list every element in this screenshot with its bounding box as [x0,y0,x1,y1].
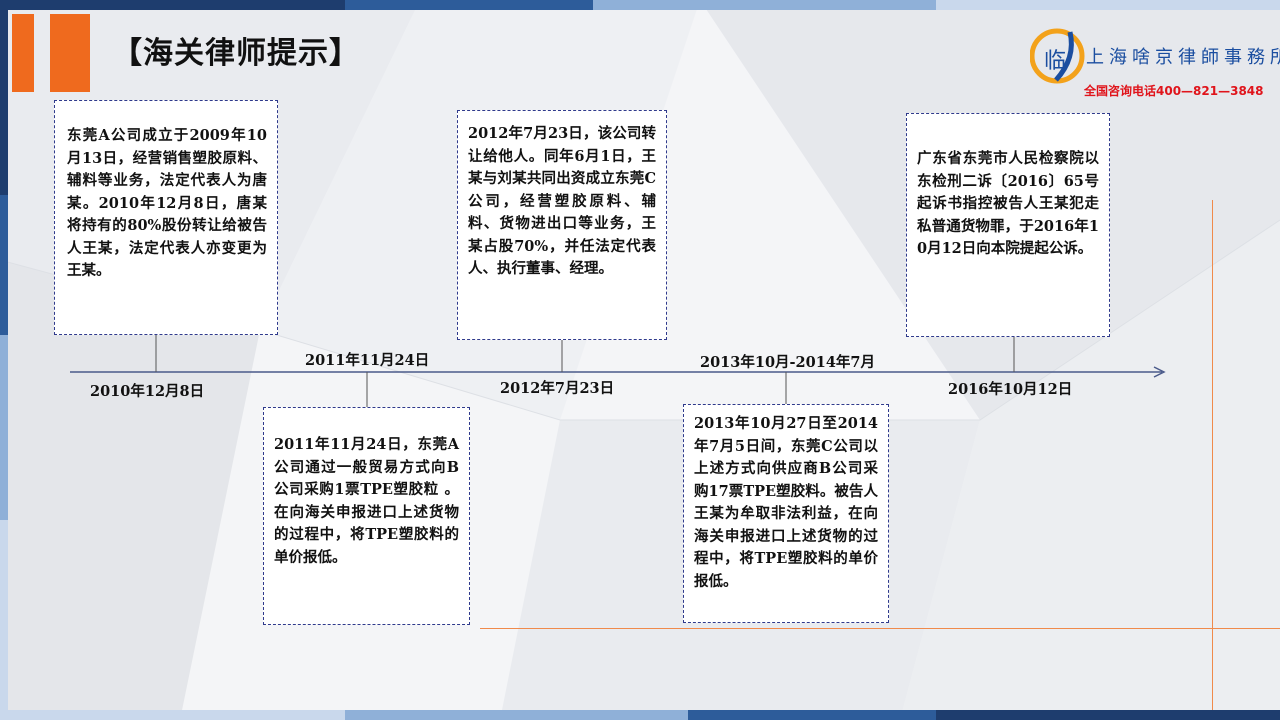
left-color-bar [0,10,8,195]
hotline-text: 全国咨询电话400—821—3848 [1084,84,1264,98]
timeline-event-box: 广东省东莞市人民检察院以东检刑二诉〔2016〕65号起诉书指控被告人王某犯走私普… [906,113,1110,337]
accent-line-horizontal [480,628,1280,629]
page-title: 【海关律师提示】 [112,36,360,71]
event-date: 2016年10月12日 [948,381,1073,398]
title-accent-bars [12,14,92,92]
top-color-bar [0,0,1280,10]
left-color-bar [0,520,8,710]
timeline-event-box: 2011年11月24日，东莞A公司通过一般贸易方式向B公司采购1票TPE塑胶粒 … [263,407,470,625]
event-description: 2012年7月23日，该公司转让给他人。同年6月1日，王某与刘某共同出资成立东莞… [468,125,656,277]
timeline-event-box: 2012年7月23日，该公司转让给他人。同年6月1日，王某与刘某共同出资成立东莞… [457,110,667,340]
event-description: 2013年10月27日至2014年7月5日间，东莞C公司以上述方式向供应商B公司… [694,415,878,590]
event-date: 2010年12月8日 [90,383,205,400]
firm-logo-icon: 临 [1029,28,1085,84]
event-date: 2013年10月-2014年7月 [700,354,875,371]
left-color-bar [0,335,8,520]
event-date: 2012年7月23日 [500,380,615,397]
event-date: 2011年11月24日 [305,352,430,369]
firm-name: 上海啥京律師事務所 [1086,47,1280,68]
timeline-event-box: 东莞A公司成立于2009年10月13日，经营销售塑胶原料、辅料等业务，法定代表人… [54,100,278,335]
accent-line-vertical [1212,200,1213,710]
logo-icon-glyph: 临 [1044,49,1066,74]
event-description: 2011年11月24日，东莞A公司通过一般贸易方式向B公司采购1票TPE塑胶粒 … [274,436,459,566]
event-description: 东莞A公司成立于2009年10月13日，经营销售塑胶原料、辅料等业务，法定代表人… [67,127,267,279]
event-description: 广东省东莞市人民检察院以东检刑二诉〔2016〕65号起诉书指控被告人王某犯走私普… [917,150,1099,257]
timeline-event-box: 2013年10月27日至2014年7月5日间，东莞C公司以上述方式向供应商B公司… [683,404,889,623]
left-color-bar [0,195,8,335]
bottom-color-bar [0,710,1280,720]
